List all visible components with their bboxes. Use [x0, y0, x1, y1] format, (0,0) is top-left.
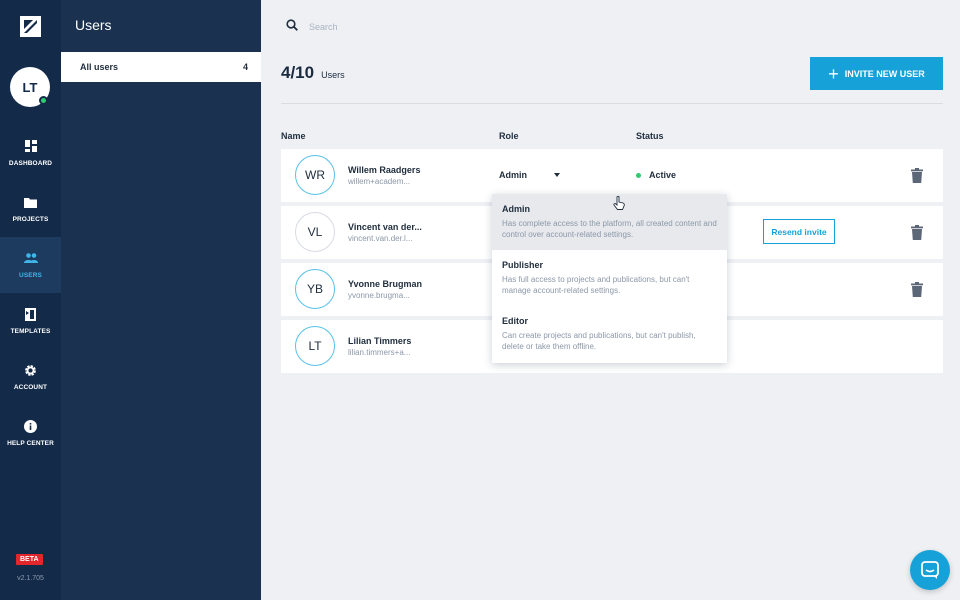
user-name: Lilian Timmers [348, 336, 412, 346]
chat-icon [921, 561, 939, 579]
sidebar-item-count: 4 [242, 62, 248, 72]
main-content: 4/10 Users + INVITE NEW USER Name Role S… [261, 0, 960, 600]
nav-users[interactable]: USERS [0, 237, 61, 293]
users-sidebar: Users All users 4 [61, 0, 261, 600]
user-count: 4/10 Users [281, 63, 345, 83]
dashboard-icon [24, 139, 38, 153]
nav-label: DASHBOARD [8, 160, 53, 167]
role-option-title: Admin [502, 204, 530, 214]
beta-badge: BETA [16, 554, 43, 565]
sidebar-title: Users [75, 17, 112, 33]
plus-icon: + [828, 63, 839, 84]
avatar: WR [295, 155, 335, 195]
status-text: Active [649, 170, 677, 180]
role-option-admin[interactable]: Admin Has complete access to the platfor… [492, 194, 727, 250]
sidebar-item-label: All users [80, 62, 119, 72]
search-icon[interactable] [286, 18, 298, 36]
role-option-publisher[interactable]: Publisher Has full access to projects an… [492, 250, 727, 306]
search-input[interactable] [309, 22, 509, 32]
user-count-label: Users [321, 70, 345, 80]
role-dropdown-menu: Admin Has complete access to the platfor… [492, 194, 727, 363]
nav-label: PROJECTS [12, 216, 49, 223]
role-option-description: Has full access to projects and publicat… [502, 275, 690, 295]
user-email: yvonne.brugma... [348, 291, 410, 300]
trash-icon[interactable] [910, 168, 924, 183]
invite-button-label: INVITE NEW USER [844, 68, 925, 79]
status-badge: Active [636, 170, 676, 180]
online-status-dot [39, 96, 48, 105]
nav-dashboard[interactable]: DASHBOARD [0, 125, 61, 181]
user-email: willem+academ... [348, 177, 411, 186]
user-name: Yvonne Brugman [348, 279, 423, 289]
role-option-description: Can create projects and publications, bu… [502, 331, 696, 351]
nav-label: ACCOUNT [13, 384, 48, 391]
nav-templates[interactable]: TEMPLATES [0, 293, 61, 349]
nav-projects[interactable]: PROJECTS [0, 181, 61, 237]
column-header-name[interactable]: Name [281, 131, 306, 141]
nav-label: HELP CENTER [7, 440, 54, 447]
folder-icon [24, 195, 38, 209]
header-divider [281, 103, 943, 104]
hand-cursor-icon [613, 196, 625, 210]
gear-icon [24, 363, 38, 377]
chat-support-button[interactable] [910, 550, 950, 590]
trash-icon[interactable] [910, 282, 924, 297]
user-email: vincent.van.der.l... [348, 234, 413, 243]
column-header-status[interactable]: Status [636, 131, 664, 141]
user-email: lilian.timmers+a... [348, 348, 411, 357]
version-label: v2.1.705 [17, 575, 44, 582]
resend-invite-button[interactable]: Resend invite [763, 219, 835, 244]
sidebar-item-all-users[interactable]: All users 4 [61, 52, 261, 82]
nav-label: USERS [19, 272, 42, 279]
info-icon [24, 419, 38, 433]
role-select[interactable]: Admin [499, 170, 527, 180]
role-option-title: Publisher [502, 260, 544, 270]
user-count-value: 4/10 [281, 63, 315, 82]
role-option-editor[interactable]: Editor Can create projects and publicati… [492, 306, 727, 362]
nav-help-center[interactable]: HELP CENTER [0, 405, 61, 461]
column-header-role[interactable]: Role [499, 131, 519, 141]
avatar: LT [295, 326, 335, 366]
chevron-down-icon[interactable] [554, 173, 560, 177]
search-bar [286, 18, 509, 36]
role-option-title: Editor [502, 316, 528, 326]
trash-icon[interactable] [910, 225, 924, 240]
user-name: Willem Raadgers [348, 165, 421, 175]
status-dot [636, 172, 641, 178]
invite-new-user-button[interactable]: + INVITE NEW USER [810, 57, 943, 90]
avatar: VL [295, 212, 335, 252]
avatar: YB [295, 269, 335, 309]
app-rail: LT DASHBOARD PROJECTS USERS TEMPLATES AC… [0, 0, 61, 600]
templates-icon [24, 307, 38, 321]
nav-account[interactable]: ACCOUNT [0, 349, 61, 405]
user-name: Vincent van der... [348, 222, 422, 232]
nav-label: TEMPLATES [10, 328, 51, 335]
users-icon [23, 251, 38, 265]
app-logo[interactable] [20, 16, 41, 37]
role-option-description: Has complete access to the platform, all… [502, 219, 717, 239]
